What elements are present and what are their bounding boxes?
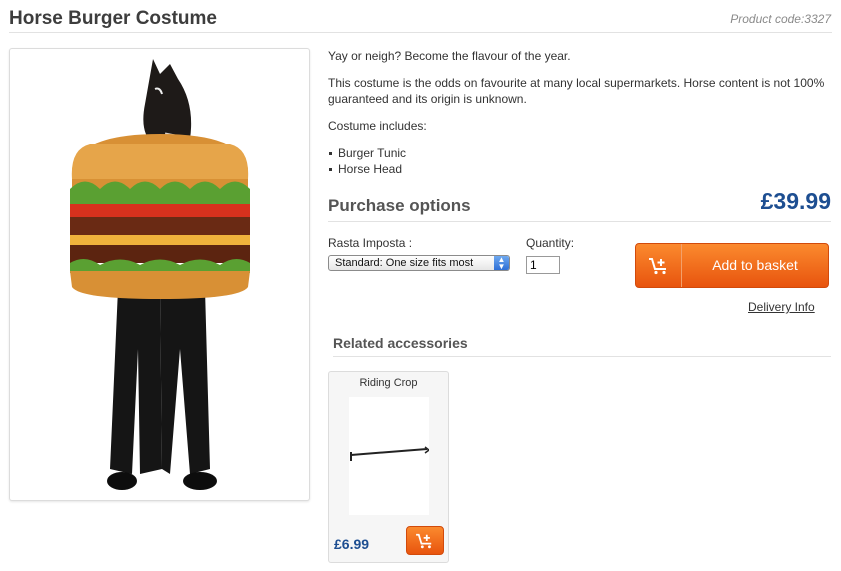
quantity-label: Quantity:: [526, 236, 575, 250]
quantity-input[interactable]: [526, 256, 560, 274]
accessory-price: £6.99: [334, 536, 370, 552]
includes-list: Burger Tunic Horse Head: [328, 145, 833, 177]
description-body: This costume is the odds on favourite at…: [328, 76, 825, 106]
product-code: Product code:3327: [730, 12, 831, 26]
includes-label: Costume includes:: [328, 119, 427, 133]
tagline: Yay or neigh? Become the flavour of the …: [328, 49, 571, 63]
select-arrows-icon: ▲ ▼: [494, 256, 509, 270]
purchase-divider: [328, 221, 831, 222]
delivery-info-link[interactable]: Delivery Info: [748, 300, 815, 314]
accessory-add-button[interactable]: [406, 526, 444, 555]
costume-photo: [70, 59, 250, 490]
page-title: Horse Burger Costume: [9, 8, 217, 29]
product-image[interactable]: [9, 48, 310, 501]
option-select[interactable]: Standard: One size fits most ▲ ▼: [328, 255, 510, 271]
accessory-name: Riding Crop: [359, 377, 418, 389]
list-item: Burger Tunic: [329, 145, 833, 161]
related-divider: [333, 356, 831, 357]
title-divider: [9, 32, 832, 33]
option-label: Rasta Imposta :: [328, 236, 413, 250]
product-price: £39.99: [760, 188, 831, 214]
product-description: Yay or neigh? Become the flavour of the …: [328, 48, 833, 177]
list-item: Horse Head: [329, 161, 833, 177]
option-select-value: Standard: One size fits most: [335, 257, 474, 269]
accessory-image[interactable]: [349, 397, 431, 515]
add-to-basket-label: Add to basket: [712, 257, 798, 273]
accessory-card[interactable]: Riding Crop £6.99: [328, 371, 449, 563]
add-to-cart-icon: [636, 244, 682, 287]
related-accessories-heading: Related accessories: [333, 335, 468, 351]
riding-crop-image: [350, 446, 431, 461]
add-to-basket-button[interactable]: Add to basket: [635, 243, 829, 288]
purchase-options-heading: Purchase options: [328, 196, 471, 215]
add-to-cart-icon: [416, 533, 432, 548]
